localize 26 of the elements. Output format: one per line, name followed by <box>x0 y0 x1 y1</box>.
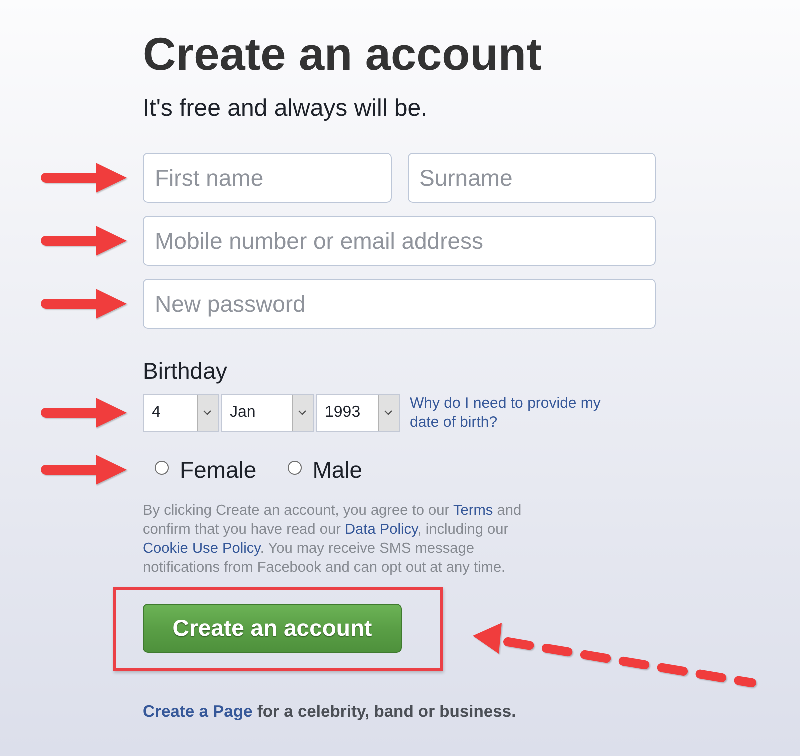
help-link[interactable]: Why do I need to provide my date of birth? <box>410 394 610 432</box>
submit-button[interactable]: Create an account <box>143 604 402 653</box>
inline-link[interactable]: Create a Page <box>143 702 253 721</box>
chevron-down-icon <box>378 395 399 431</box>
footer-text: Create a Page for a celebrity, band or business. <box>143 702 516 722</box>
subtitle: It's free and always will be. <box>143 94 428 124</box>
radio-button[interactable] <box>288 460 302 474</box>
dashed-arrow-icon <box>473 623 757 689</box>
text-input[interactable]: Mobile number or email address <box>143 216 656 266</box>
text-input[interactable]: Surname <box>408 153 656 203</box>
text-input[interactable]: First name <box>143 153 392 203</box>
dropdown-select[interactable]: 1993 <box>316 394 400 432</box>
field-label: Birthday <box>143 358 228 385</box>
radio-label[interactable]: Female <box>180 456 257 484</box>
inline-link[interactable]: Cookie Use Policy <box>143 541 260 557</box>
inline-link[interactable]: Terms <box>453 503 494 519</box>
chevron-down-icon <box>197 395 218 431</box>
terms-text: By clicking Create an account, you agree to our Terms and confirm that you have read our Data Policy, including our Cookie Use Policy. You may receive SMS message notifications from Facebook and can opt out at any time. <box>143 502 523 578</box>
dropdown-select[interactable]: Jan <box>221 394 314 432</box>
chevron-down-icon <box>292 395 313 431</box>
text-input[interactable]: New password <box>143 279 656 329</box>
dropdown-select[interactable]: 4 <box>143 394 219 432</box>
radio-button[interactable] <box>155 460 169 474</box>
page-title: Create an account <box>143 28 542 80</box>
radio-label[interactable]: Male <box>312 456 363 484</box>
inline-link[interactable]: Data Policy <box>345 522 418 538</box>
